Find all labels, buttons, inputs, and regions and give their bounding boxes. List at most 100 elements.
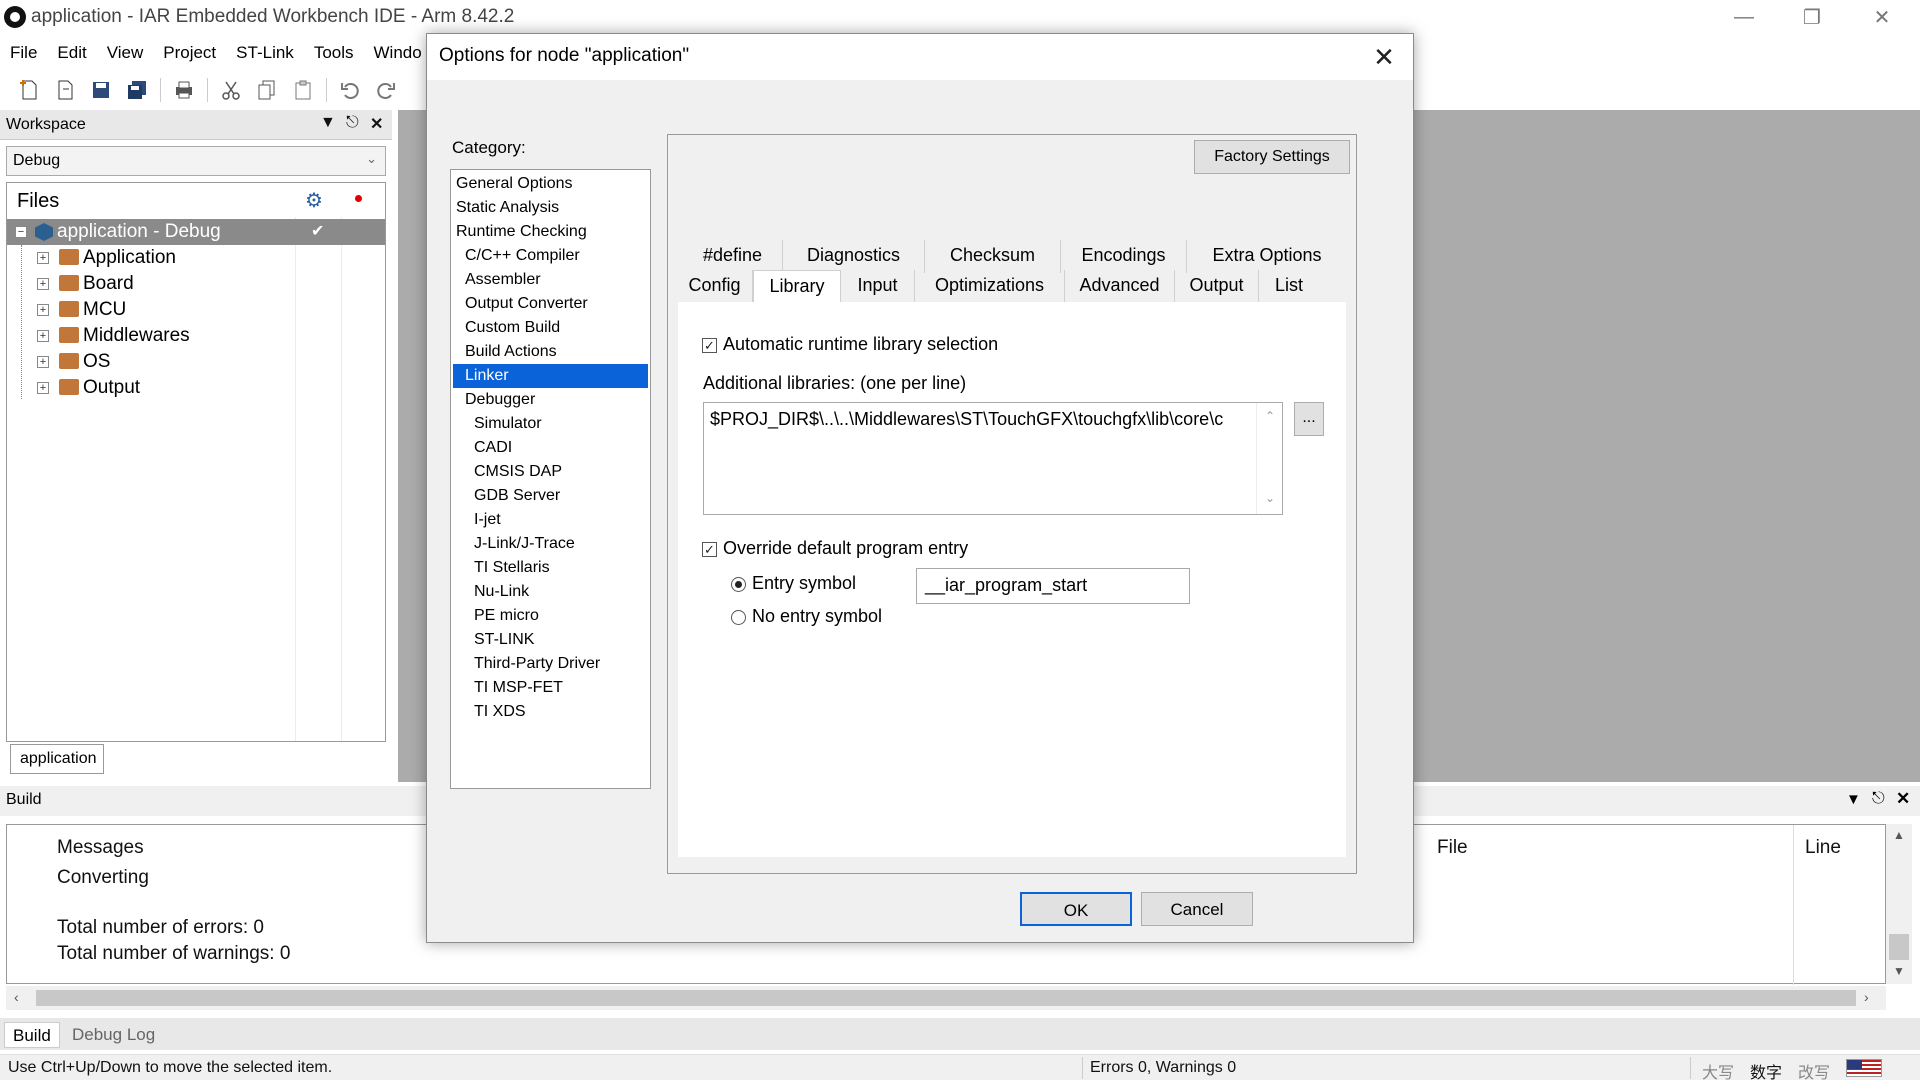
scroll-down-icon[interactable]: ▼ xyxy=(1893,964,1905,978)
category-item[interactable]: Simulator xyxy=(453,412,648,436)
tab-checksum[interactable]: Checksum xyxy=(925,240,1061,273)
cut-icon[interactable] xyxy=(218,77,244,103)
tree-row-project[interactable]: − application - Debug ✔ xyxy=(7,219,385,245)
category-item[interactable]: I-jet xyxy=(453,508,648,532)
entry-symbol-input[interactable]: __iar_program_start xyxy=(916,568,1190,604)
pin-icon[interactable]: ⎋ xyxy=(1872,790,1885,808)
close-window-button[interactable]: ✕ xyxy=(1848,0,1916,34)
scroll-thumb[interactable] xyxy=(36,990,1856,1006)
tab-advanced[interactable]: Advanced xyxy=(1065,270,1175,303)
category-item[interactable]: GDB Server xyxy=(453,484,648,508)
tab-output[interactable]: Output xyxy=(1175,270,1259,303)
scroll-up-icon[interactable]: ⌃ xyxy=(1265,409,1275,423)
scroll-down-icon[interactable]: ⌄ xyxy=(1265,491,1275,505)
category-item-selected[interactable]: Linker xyxy=(453,364,648,388)
menu-tools[interactable]: Tools xyxy=(304,43,364,63)
new-file-icon[interactable] xyxy=(16,77,42,103)
expand-icon[interactable]: + xyxy=(37,278,49,290)
category-item[interactable]: Static Analysis xyxy=(453,196,648,220)
copy-icon[interactable] xyxy=(254,77,280,103)
print-icon[interactable] xyxy=(171,77,197,103)
menu-window[interactable]: Windo xyxy=(364,43,432,63)
factory-settings-button[interactable]: Factory Settings xyxy=(1194,140,1350,174)
horizontal-scrollbar[interactable]: ‹ › xyxy=(6,986,1886,1010)
pin-icon[interactable]: ⎋ xyxy=(346,114,359,132)
minimize-button[interactable]: — xyxy=(1710,0,1778,34)
category-item[interactable]: Runtime Checking xyxy=(453,220,648,244)
undo-icon[interactable] xyxy=(337,77,363,103)
browse-button[interactable]: ... xyxy=(1294,402,1324,436)
close-icon[interactable]: ✕ xyxy=(1365,38,1403,76)
category-item[interactable]: CADI xyxy=(453,436,648,460)
tab-encodings[interactable]: Encodings xyxy=(1061,240,1187,273)
category-item[interactable]: TI XDS xyxy=(453,700,648,724)
no-entry-symbol-radio[interactable] xyxy=(731,610,746,625)
tree-row-folder[interactable]: + Output xyxy=(7,375,385,401)
save-all-icon[interactable] xyxy=(124,77,150,103)
tree-row-folder[interactable]: + OS xyxy=(7,349,385,375)
redo-icon[interactable] xyxy=(373,77,399,103)
restore-button[interactable]: ❐ xyxy=(1778,0,1846,34)
ok-button[interactable]: OK xyxy=(1020,892,1132,926)
category-item[interactable]: J-Link/J-Trace xyxy=(453,532,648,556)
entry-symbol-radio[interactable] xyxy=(731,577,746,592)
tab-config[interactable]: Config xyxy=(677,270,753,303)
expand-icon[interactable]: + xyxy=(37,356,49,368)
tab-optimizations[interactable]: Optimizations xyxy=(915,270,1065,303)
scroll-right-icon[interactable]: › xyxy=(1864,989,1869,1005)
tree-row-folder[interactable]: + MCU xyxy=(7,297,385,323)
tab-diagnostics[interactable]: Diagnostics xyxy=(783,240,925,273)
close-pane-icon[interactable]: ✕ xyxy=(370,114,383,134)
additional-libs-textarea[interactable]: $PROJ_DIR$\..\..\Middlewares\ST\TouchGFX… xyxy=(703,402,1283,515)
category-item[interactable]: Assembler xyxy=(453,268,648,292)
menu-file[interactable]: File xyxy=(0,43,47,63)
tab-build[interactable]: Build xyxy=(4,1022,60,1048)
category-item[interactable]: Custom Build xyxy=(453,316,648,340)
scroll-up-icon[interactable]: ▲ xyxy=(1893,828,1905,842)
cancel-button[interactable]: Cancel xyxy=(1141,892,1253,926)
paste-icon[interactable] xyxy=(290,77,316,103)
workspace-tab[interactable]: application xyxy=(10,744,104,774)
save-icon[interactable] xyxy=(88,77,114,103)
category-item[interactable]: Third-Party Driver xyxy=(453,652,648,676)
open-file-icon[interactable] xyxy=(52,77,78,103)
tab-define[interactable]: #define xyxy=(683,240,783,273)
pane-menu-icon[interactable]: ▼ xyxy=(1846,791,1861,808)
category-item[interactable]: C/C++ Compiler xyxy=(453,244,648,268)
tree-row-folder[interactable]: + Middlewares xyxy=(7,323,385,349)
auto-runtime-checkbox[interactable]: ✓ xyxy=(702,338,717,353)
category-item[interactable]: Output Converter xyxy=(453,292,648,316)
expand-icon[interactable]: + xyxy=(37,330,49,342)
menu-st-link[interactable]: ST-Link xyxy=(226,43,304,63)
expand-icon[interactable]: + xyxy=(37,382,49,394)
tab-extra-options[interactable]: Extra Options xyxy=(1187,240,1347,273)
menu-project[interactable]: Project xyxy=(153,43,226,63)
menu-view[interactable]: View xyxy=(97,43,154,63)
close-pane-icon[interactable]: ✕ xyxy=(1896,789,1910,809)
pane-menu-icon[interactable]: ▼ xyxy=(320,114,336,132)
tab-input[interactable]: Input xyxy=(841,270,915,303)
vertical-scrollbar[interactable]: ▲ ▼ xyxy=(1886,824,1912,984)
category-item[interactable]: ST-LINK xyxy=(453,628,648,652)
tab-list[interactable]: List xyxy=(1259,270,1319,303)
tree-row-folder[interactable]: + Board xyxy=(7,271,385,297)
category-item[interactable]: TI MSP-FET xyxy=(453,676,648,700)
expand-icon[interactable]: + xyxy=(37,252,49,264)
category-item[interactable]: Nu-Link xyxy=(453,580,648,604)
category-item[interactable]: CMSIS DAP xyxy=(453,460,648,484)
tree-row-folder[interactable]: + Application xyxy=(7,245,385,271)
gear-icon[interactable]: ⚙ xyxy=(305,188,323,213)
scroll-left-icon[interactable]: ‹ xyxy=(14,989,19,1005)
tab-library[interactable]: Library xyxy=(753,270,841,303)
override-entry-checkbox[interactable]: ✓ xyxy=(702,542,717,557)
configuration-select[interactable]: Debug ⌄ xyxy=(6,146,386,176)
category-item[interactable]: PE micro xyxy=(453,604,648,628)
collapse-icon[interactable]: − xyxy=(15,226,27,238)
scroll-thumb[interactable] xyxy=(1889,934,1909,960)
menu-edit[interactable]: Edit xyxy=(47,43,96,63)
category-item[interactable]: Build Actions xyxy=(453,340,648,364)
category-item[interactable]: General Options xyxy=(453,172,648,196)
expand-icon[interactable]: + xyxy=(37,304,49,316)
textarea-scrollbar[interactable]: ⌃ ⌄ xyxy=(1256,403,1282,514)
category-item[interactable]: Debugger xyxy=(453,388,648,412)
